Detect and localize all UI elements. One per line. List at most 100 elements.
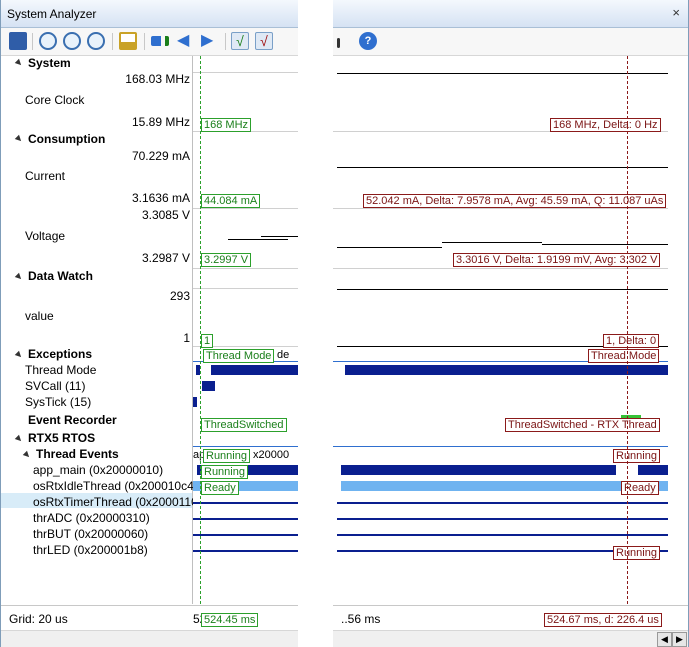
current-max-value: 70.229 mA (131, 149, 190, 163)
help-icon[interactable]: ? (359, 32, 377, 50)
group-thread-events[interactable]: Thread Events (36, 447, 119, 461)
thread-events-cursor-label: Running (203, 449, 250, 463)
clock-min-value: 15.89 MHz (131, 115, 190, 129)
toolbar: ◀ ▶ √ √ (1, 28, 299, 56)
group-exceptions[interactable]: Exceptions (28, 347, 92, 361)
ready-cursor-label: Ready (201, 481, 239, 495)
value-min-value: 1 (183, 331, 190, 345)
row-divider (193, 208, 299, 209)
collapse-icon[interactable] (14, 434, 24, 444)
signal-thread-timer[interactable]: osRtxTimerThread (0x20001108) (33, 495, 208, 509)
collapse-icon[interactable] (22, 450, 32, 460)
thread-trailing-text: x20000 (253, 449, 290, 461)
collapse-icon[interactable] (14, 58, 24, 68)
lock-icon[interactable] (119, 32, 137, 50)
signal-thread-app-main[interactable]: app_main (0x20000010) (33, 463, 163, 477)
next-icon[interactable]: ▶ (201, 32, 219, 50)
signal-systick[interactable]: SysTick (15) (25, 395, 91, 409)
running-cursor-label: Running (201, 465, 248, 479)
signal-thread-adc[interactable]: thrADC (0x20000310) (33, 511, 150, 525)
collapse-icon[interactable] (14, 350, 24, 360)
value-trace (337, 289, 668, 290)
green-cursor-line[interactable] (200, 56, 201, 604)
signal-plot-left[interactable]: 168 MHz 44.084 mA 3.2997 V 1 Thread Mode… (193, 56, 299, 604)
grid-label: Grid: 20 us (9, 612, 68, 626)
collapse-icon[interactable] (14, 134, 24, 144)
signal-thread-but[interactable]: thrBUT (0x20000060) (33, 527, 148, 541)
exception-trailing-text: de (277, 349, 290, 361)
signal-thread-led[interactable]: thrLED (0x200001b8) (33, 543, 148, 557)
group-rtx5-rtos[interactable]: RTX5 RTOS (28, 431, 95, 445)
exception-cursor-label: Thread Mode (203, 349, 275, 363)
save-icon[interactable] (9, 32, 27, 50)
rising-edge-icon[interactable]: √ (231, 32, 249, 50)
exception-right-label: Thread Mode (588, 349, 660, 363)
clock-cursor-label: 168 MHz (201, 118, 252, 132)
zoom-out-icon[interactable] (87, 32, 105, 50)
systick-bar (193, 397, 197, 407)
horizontal-scrollbar[interactable] (1, 630, 299, 647)
row-divider (333, 446, 668, 447)
group-data-watch[interactable]: Data Watch (28, 269, 93, 283)
voltage-trace (337, 247, 442, 248)
signal-value[interactable]: value (25, 309, 54, 323)
previous-icon[interactable]: ◀ (177, 32, 195, 50)
voltage-trace (228, 239, 288, 240)
group-event-recorder[interactable]: Event Recorder (28, 413, 117, 427)
signal-voltage[interactable]: Voltage (25, 229, 65, 243)
group-system[interactable]: System (28, 56, 71, 70)
voltage-trace (442, 242, 542, 243)
clock-max-value: 168.03 MHz (125, 72, 190, 86)
system-analyzer-right-window: × ? 168 MHz, Delta: 0 Hz 52.042 mA, Delt… (333, 0, 689, 647)
running-right-label: Running (613, 546, 660, 560)
signal-thread-mode[interactable]: Thread Mode (25, 363, 96, 377)
zoom-in-icon[interactable] (39, 32, 57, 50)
signal-core-clock[interactable]: Core Clock (25, 93, 84, 107)
zoom-all-icon[interactable] (63, 32, 81, 50)
current-cursor-label: 44.084 mA (201, 194, 261, 208)
thread-app-main-bar (638, 465, 668, 475)
svcall-bar (202, 381, 215, 391)
event-right-label: ThreadSwitched - RTX Thread (505, 418, 660, 432)
thread-mode-bar (211, 365, 299, 375)
red-cursor-line[interactable] (627, 56, 628, 604)
time-axis: Grid: 20 us 52 524.45 ms (1, 605, 299, 630)
scroll-right-icon[interactable]: ▶ (672, 632, 687, 647)
thread-app-main-bar (341, 465, 616, 475)
clock-trace (337, 73, 668, 74)
group-consumption[interactable]: Consumption (28, 132, 105, 146)
toolbar-separator (144, 33, 145, 50)
scroll-left-icon[interactable]: ◀ (657, 632, 672, 647)
signal-thread-idle[interactable]: osRtxIdleThread (0x200010c4) (33, 479, 198, 493)
thread-led-bar (193, 550, 299, 552)
time-delta-label: 524.67 ms, d: 226.4 us (544, 613, 662, 627)
thread-adc-bar (193, 518, 299, 520)
signal-plot-right[interactable]: 168 MHz, Delta: 0 Hz 52.042 mA, Delta: 7… (333, 56, 668, 604)
collapse-icon[interactable] (14, 272, 24, 282)
time-left-label: ..56 ms (341, 612, 381, 626)
toolbar-separator (112, 33, 113, 50)
title-bar: System Analyzer (1, 0, 299, 28)
value-max-value: 293 (169, 289, 190, 303)
row-divider (333, 268, 668, 269)
row-divider (193, 72, 299, 73)
current-delta-label: 52.042 mA, Delta: 7.9578 mA, Avg: 45.59 … (363, 194, 667, 208)
clock-delta-label: 168 MHz, Delta: 0 Hz (550, 118, 661, 132)
thread-mode-bar (345, 365, 668, 375)
horizontal-scrollbar[interactable]: ◀ ▶ (333, 630, 688, 647)
current-min-value: 3.1636 mA (131, 191, 190, 205)
row-divider (193, 268, 299, 269)
time-cursor-label: 524.45 ms (201, 613, 259, 627)
voltage-delta-label: 3.3016 V, Delta: 1.9199 mV, Avg: 3.302 V (453, 253, 661, 267)
close-icon[interactable]: × (672, 5, 680, 20)
falling-edge-icon[interactable]: √ (255, 32, 273, 50)
toolbar-separator (225, 33, 226, 50)
jump-to-code-icon[interactable] (151, 36, 169, 46)
row-divider (333, 208, 668, 209)
voltage-max-value: 3.3085 V (141, 208, 190, 222)
current-trace (337, 167, 668, 168)
signal-svcall[interactable]: SVCall (11) (25, 379, 85, 393)
event-cursor-label: ThreadSwitched (201, 418, 287, 432)
signal-current[interactable]: Current (25, 169, 65, 183)
voltage-cursor-label: 3.2997 V (201, 253, 252, 267)
